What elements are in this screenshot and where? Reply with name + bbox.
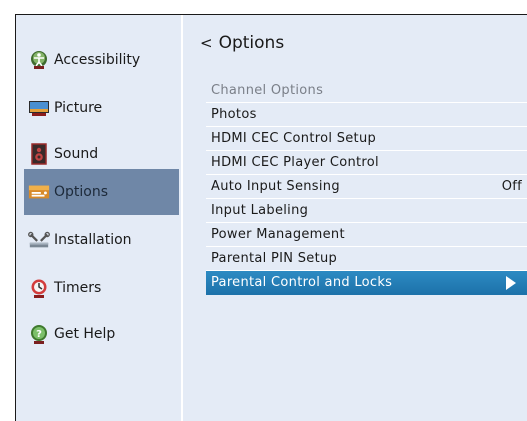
- accessibility-icon: [28, 49, 50, 71]
- menu-item-auto-input-sensing[interactable]: Auto Input Sensing Off: [206, 175, 527, 199]
- timers-icon: [28, 277, 50, 299]
- menu-item-label: Input Labeling: [211, 203, 309, 218]
- menu-item-hdmi-cec-control-setup[interactable]: HDMI CEC Control Setup: [206, 127, 527, 151]
- menu-item-channel-options: Channel Options: [206, 79, 527, 103]
- menu-item-parental-pin-setup[interactable]: Parental PIN Setup: [206, 247, 527, 271]
- sound-icon: [28, 143, 50, 165]
- menu-item-label: Parental Control and Locks: [211, 275, 393, 290]
- page-title-text: Options: [218, 33, 285, 53]
- menu-item-label: HDMI CEC Player Control: [211, 155, 379, 170]
- menu-item-label: Photos: [211, 107, 257, 122]
- sidebar-item-installation[interactable]: Installation: [24, 217, 179, 263]
- sidebar-item-timers[interactable]: Timers: [24, 265, 179, 311]
- menu-item-label: Parental PIN Setup: [211, 251, 338, 266]
- sidebar-item-label: Sound: [54, 146, 99, 162]
- sidebar-item-label: Get Help: [54, 326, 116, 342]
- menu-item-label: Auto Input Sensing: [211, 179, 340, 194]
- menu-item-value: Off: [501, 179, 522, 194]
- sidebar-item-label: Picture: [54, 100, 103, 116]
- sidebar-item-label: Accessibility: [54, 52, 141, 68]
- back-chevron-icon[interactable]: <: [200, 34, 213, 52]
- submenu-arrow-icon: [506, 275, 516, 290]
- sidebar-item-get-help[interactable]: ? Get Help: [24, 311, 179, 357]
- menu-item-label: HDMI CEC Control Setup: [211, 131, 377, 146]
- menu-window: Accessibility Picture Sound Options Inst: [15, 14, 527, 421]
- picture-icon: [28, 97, 50, 119]
- sidebar-item-label: Timers: [54, 280, 102, 296]
- sidebar-item-picture[interactable]: Picture: [24, 85, 179, 131]
- menu-item-power-management[interactable]: Power Management: [206, 223, 527, 247]
- page-title: < Options: [200, 33, 284, 53]
- options-panel: < Options Channel Options Photos HDMI CE…: [183, 15, 527, 421]
- menu-item-parental-control-and-locks[interactable]: Parental Control and Locks: [206, 271, 527, 295]
- installation-icon: [28, 229, 50, 251]
- menu-item-label: Channel Options: [211, 83, 324, 98]
- help-icon: ?: [28, 323, 50, 345]
- menu-item-input-labeling[interactable]: Input Labeling: [206, 199, 527, 223]
- sidebar-item-label: Installation: [54, 232, 132, 248]
- menu-item-label: Power Management: [211, 227, 345, 242]
- sidebar-item-label: Options: [54, 184, 109, 200]
- sidebar: Accessibility Picture Sound Options Inst: [16, 15, 181, 421]
- options-menu: Channel Options Photos HDMI CEC Control …: [206, 79, 527, 295]
- svg-text:?: ?: [36, 329, 42, 340]
- sidebar-item-accessibility[interactable]: Accessibility: [24, 37, 179, 83]
- menu-item-photos[interactable]: Photos: [206, 103, 527, 127]
- options-icon: [28, 181, 50, 203]
- menu-item-hdmi-cec-player-control[interactable]: HDMI CEC Player Control: [206, 151, 527, 175]
- sidebar-item-options[interactable]: Options: [24, 169, 179, 215]
